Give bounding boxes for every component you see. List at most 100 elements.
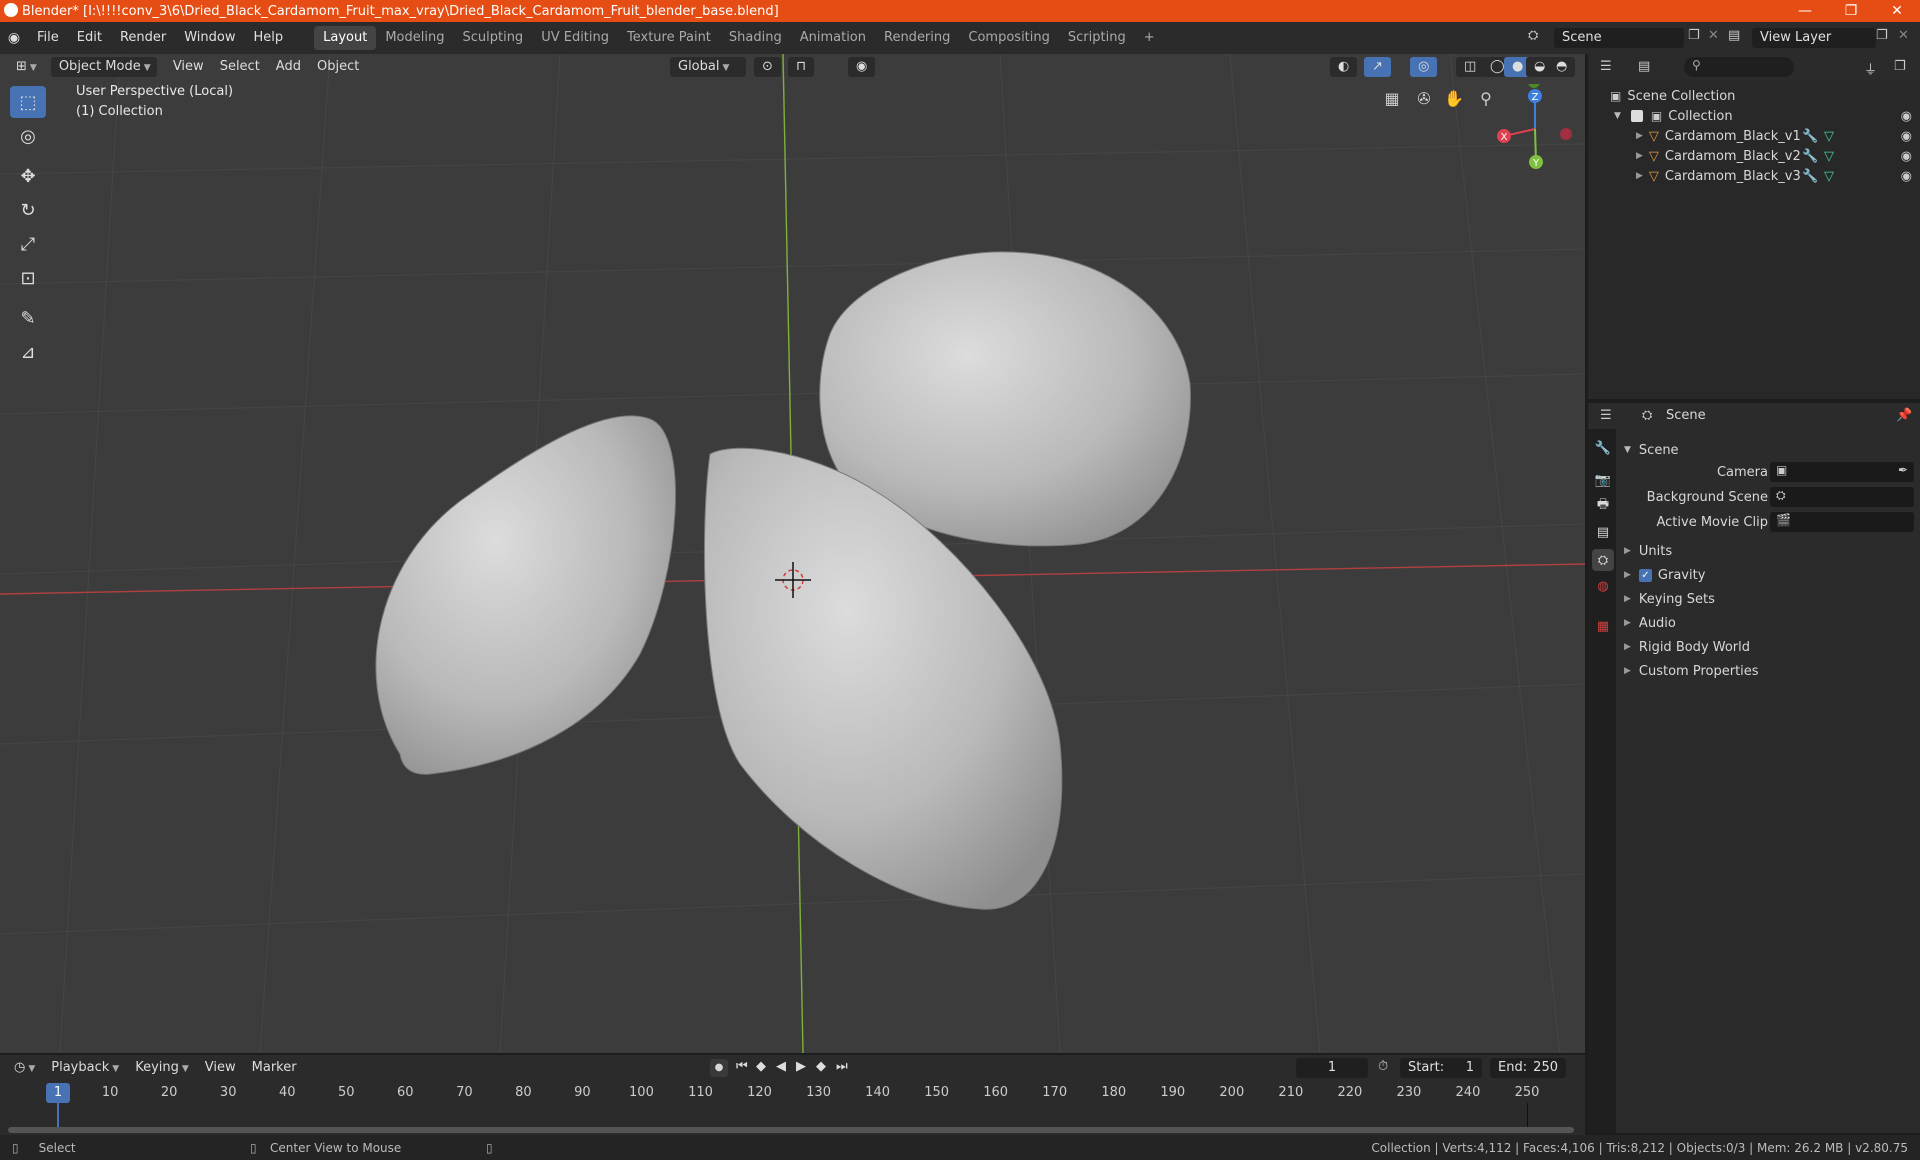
- tab-animation[interactable]: Animation: [791, 26, 875, 50]
- tab-uv-editing[interactable]: UV Editing: [532, 26, 618, 50]
- annotate-tool[interactable]: ✎: [10, 302, 46, 334]
- menu-edit[interactable]: Edit: [68, 26, 111, 50]
- menu-file[interactable]: File: [28, 26, 68, 50]
- pivot-icon[interactable]: ⊙: [754, 57, 781, 77]
- tab-scripting[interactable]: Scripting: [1059, 26, 1135, 50]
- outliner-editor-icon[interactable]: ☰: [1600, 59, 1612, 74]
- active-movie-clip-field[interactable]: 🎬: [1770, 512, 1914, 532]
- delete-scene-icon[interactable]: ✕: [1708, 28, 1719, 43]
- eye-icon[interactable]: ◉: [1901, 109, 1912, 124]
- texture-tab-icon[interactable]: ▦: [1592, 615, 1614, 637]
- blender-menu-icon[interactable]: ◉: [0, 30, 28, 46]
- modifier-icon[interactable]: 🔧: [1802, 149, 1818, 164]
- camera-view-icon[interactable]: ✇: [1410, 84, 1438, 112]
- eyedropper-icon[interactable]: ✒: [1898, 463, 1908, 477]
- expand-arrow-icon[interactable]: ▶: [1636, 151, 1643, 161]
- snap-icon[interactable]: ⊓: [788, 57, 815, 77]
- rendered-shading-icon[interactable]: ◓: [1548, 57, 1576, 77]
- filter-icon[interactable]: ⏚: [1864, 59, 1877, 78]
- tab-rendering[interactable]: Rendering: [875, 26, 959, 50]
- outliner-row-object[interactable]: ▶ ▽ Cardamom_Black_v1 🔧 ▽ ◉: [1588, 126, 1920, 146]
- measure-tool[interactable]: ⊿: [10, 336, 46, 368]
- collection-checkbox[interactable]: [1630, 110, 1643, 122]
- outliner-row-object[interactable]: ▶ ▽ Cardamom_Black_v2 🔧 ▽ ◉: [1588, 146, 1920, 166]
- custom-properties-section[interactable]: ▶ Custom Properties: [1624, 660, 1759, 682]
- delete-view-layer-icon[interactable]: ✕: [1898, 28, 1909, 43]
- gravity-section[interactable]: ▶ ✓ Gravity: [1624, 564, 1705, 586]
- collapse-arrow-icon[interactable]: ▼: [1614, 111, 1621, 121]
- editor-type-icon[interactable]: ⊞ ▼: [8, 57, 45, 77]
- mesh-data-icon[interactable]: ▽: [1824, 169, 1834, 184]
- rigid-body-world-section[interactable]: ▶ Rigid Body World: [1624, 636, 1750, 658]
- tab-shading[interactable]: Shading: [720, 26, 791, 50]
- cursor-tool[interactable]: ◎: [10, 120, 46, 152]
- viewport-menu-add[interactable]: Add: [268, 57, 309, 77]
- scene-panel-header[interactable]: ▼ Scene: [1624, 439, 1679, 461]
- scale-tool[interactable]: ⤢: [10, 228, 46, 260]
- keying-sets-section[interactable]: ▶ Keying Sets: [1624, 588, 1715, 610]
- xray-icon[interactable]: ◫: [1456, 57, 1485, 77]
- proportional-edit-icon[interactable]: ◉: [848, 57, 876, 77]
- transform-tool[interactable]: ⊡: [10, 262, 46, 294]
- menu-window[interactable]: Window: [175, 26, 244, 50]
- outliner-row-scene-collection[interactable]: ▣ Scene Collection: [1588, 86, 1920, 106]
- tool-tab-icon[interactable]: 🔧: [1592, 437, 1614, 459]
- expand-arrow-icon[interactable]: ▶: [1636, 131, 1643, 141]
- pin-icon[interactable]: 📌: [1896, 408, 1912, 423]
- eye-icon[interactable]: ◉: [1901, 129, 1912, 144]
- modifier-icon[interactable]: 🔧: [1802, 129, 1818, 144]
- outliner-row-collection[interactable]: ▼ ▣ Collection ◉: [1588, 106, 1920, 126]
- timeline-editor[interactable]: ◷ ▼ Playback ▼ Keying ▼ View Marker ● ⏮ ◆ ◀…: [0, 1055, 1585, 1135]
- tab-texture-paint[interactable]: Texture Paint: [618, 26, 720, 50]
- maximize-button[interactable]: ❐: [1828, 0, 1874, 22]
- world-tab-icon[interactable]: ◍: [1592, 575, 1614, 597]
- units-section[interactable]: ▶ Units: [1624, 540, 1672, 562]
- new-view-layer-icon[interactable]: ❐: [1876, 28, 1888, 43]
- toggle-grid-icon[interactable]: ▦: [1378, 84, 1406, 112]
- add-workspace-button[interactable]: +: [1135, 26, 1164, 50]
- new-scene-icon[interactable]: ❐: [1688, 28, 1700, 43]
- pan-view-icon[interactable]: ✋: [1440, 84, 1468, 112]
- modifier-icon[interactable]: 🔧: [1802, 169, 1818, 184]
- eye-icon[interactable]: ◉: [1901, 149, 1912, 164]
- overlay-icon[interactable]: ◎: [1410, 57, 1438, 77]
- audio-section[interactable]: ▶ Audio: [1624, 612, 1676, 634]
- viewport-menu-object[interactable]: Object: [309, 57, 367, 77]
- display-mode-icon[interactable]: ▤: [1638, 59, 1650, 74]
- select-box-tool[interactable]: ⬚: [10, 86, 46, 118]
- gravity-checkbox[interactable]: ✓: [1638, 568, 1652, 582]
- expand-arrow-icon[interactable]: ▶: [1636, 171, 1643, 181]
- tab-sculpting[interactable]: Sculpting: [453, 26, 532, 50]
- tab-layout[interactable]: Layout: [314, 26, 377, 50]
- view-layer-selector[interactable]: View Layer: [1752, 28, 1876, 48]
- timeline-ruler[interactable]: 1 10 20 30 40 50 60 70 80 90 100 110 120 130 140 150 16…: [0, 1055, 1585, 1135]
- object-mode-dropdown[interactable]: Object Mode ▼: [50, 57, 157, 77]
- navigation-gizmo[interactable]: Z X Y: [1490, 84, 1580, 174]
- outliner-row-object[interactable]: ▶ ▽ Cardamom_Black_v3 🔧 ▽ ◉: [1588, 166, 1920, 186]
- viewport-scene[interactable]: [0, 54, 1585, 1053]
- minimize-button[interactable]: —: [1782, 0, 1828, 22]
- mesh-data-icon[interactable]: ▽: [1824, 129, 1834, 144]
- move-tool[interactable]: ✥: [10, 160, 46, 192]
- scene-selector[interactable]: Scene: [1554, 28, 1684, 48]
- eye-icon[interactable]: ◉: [1901, 169, 1912, 184]
- visibility-icon[interactable]: ◐: [1330, 57, 1358, 77]
- tab-modeling[interactable]: Modeling: [376, 26, 453, 50]
- timeline-scrollbar[interactable]: [8, 1127, 1574, 1133]
- menu-help[interactable]: Help: [245, 26, 293, 50]
- mesh-data-icon[interactable]: ▽: [1824, 149, 1834, 164]
- tab-compositing[interactable]: Compositing: [959, 26, 1059, 50]
- rotate-tool[interactable]: ↻: [10, 194, 46, 226]
- gizmo-icon[interactable]: ↗: [1364, 57, 1391, 77]
- outliner-search-input[interactable]: ⚲: [1684, 57, 1794, 77]
- viewport-menu-view[interactable]: View: [165, 57, 212, 77]
- menu-render[interactable]: Render: [111, 26, 175, 50]
- new-collection-icon[interactable]: ❐: [1894, 59, 1906, 74]
- properties-editor-icon[interactable]: ☰: [1600, 408, 1612, 423]
- background-scene-field[interactable]: ⛭: [1770, 487, 1914, 507]
- transform-orientation-dropdown[interactable]: Global ▼: [670, 57, 746, 77]
- viewport-menu-select[interactable]: Select: [212, 57, 268, 77]
- scene-tab-icon[interactable]: ⛭: [1592, 549, 1614, 571]
- playhead[interactable]: 1: [46, 1083, 70, 1103]
- 3d-viewport[interactable]: ⊞ ▼ Object Mode ▼ View Select Add Object G…: [0, 54, 1585, 1053]
